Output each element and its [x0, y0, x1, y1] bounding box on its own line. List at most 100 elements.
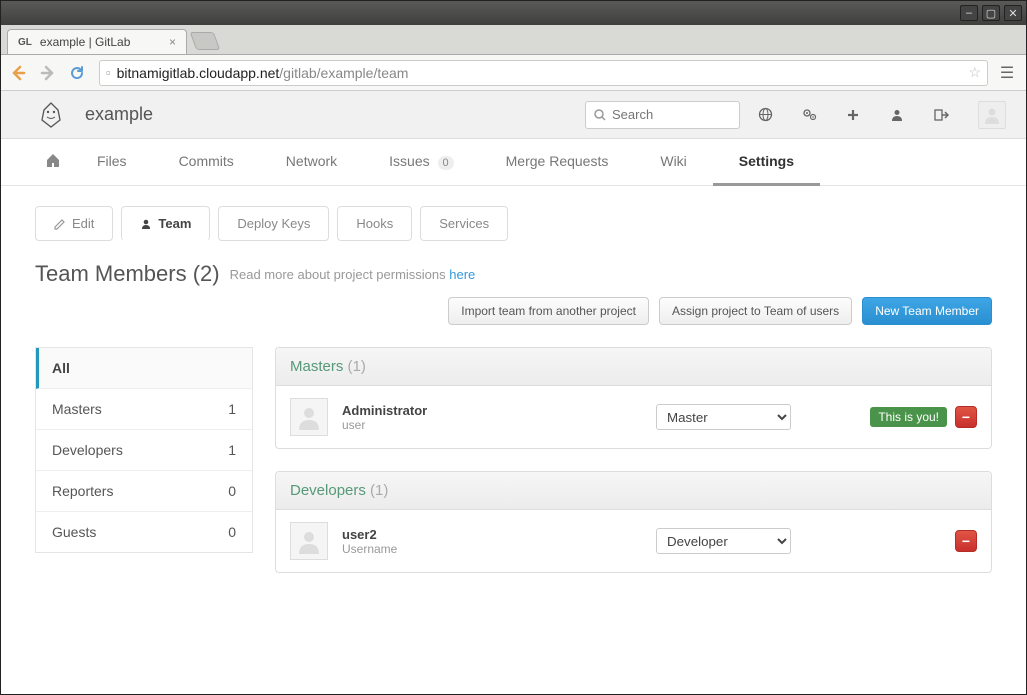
sidebar-item-label: Masters	[52, 401, 102, 417]
sidebar-item-count: 0	[228, 483, 236, 499]
member-name[interactable]: Administrator	[342, 403, 642, 418]
panel-count: (1)	[370, 482, 388, 499]
page-viewport: example	[1, 91, 1026, 694]
window-minimize-button[interactable]: –	[960, 5, 978, 21]
nav-issues-label: Issues	[389, 153, 429, 169]
member-row: user2 Username GuestReporterDeveloperMas…	[276, 510, 991, 572]
panel-title: Developers	[290, 482, 366, 499]
member-username: user	[342, 418, 642, 432]
nav-commits[interactable]: Commits	[153, 139, 260, 185]
reload-button[interactable]	[69, 65, 91, 81]
role-select[interactable]: GuestReporterDeveloperMaster	[656, 404, 791, 430]
logout-icon[interactable]	[934, 108, 960, 122]
issues-count-badge: 0	[438, 156, 454, 170]
page-title-row: Team Members (2) Read more about project…	[35, 261, 992, 325]
this-is-you-badge: This is you!	[870, 407, 947, 427]
sidebar-item-reporters[interactable]: Reporters 0	[36, 471, 252, 512]
new-plus-icon[interactable]	[846, 108, 872, 122]
window-close-button[interactable]: ✕	[1004, 5, 1022, 21]
developers-panel: Developers (1) user2 Username GuestRe	[275, 471, 992, 573]
panel-count: (1)	[348, 358, 366, 375]
browser-menu-button[interactable]: ☰	[996, 63, 1018, 83]
edit-icon	[54, 218, 66, 230]
nav-merge-requests[interactable]: Merge Requests	[480, 139, 635, 185]
gitlab-header: example	[1, 91, 1026, 139]
title-actions: Import team from another project Assign …	[448, 297, 992, 325]
gitlab-logo-icon[interactable]	[35, 99, 67, 131]
tab-close-icon[interactable]: ×	[169, 35, 176, 49]
assign-team-button[interactable]: Assign project to Team of users	[659, 297, 852, 325]
import-team-button[interactable]: Import team from another project	[448, 297, 649, 325]
bookmark-star-icon[interactable]: ☆	[968, 64, 981, 81]
search-icon	[594, 109, 606, 121]
window-maximize-button[interactable]: ▢	[982, 5, 1000, 21]
member-avatar	[290, 522, 328, 560]
sidebar-item-guests[interactable]: Guests 0	[36, 512, 252, 552]
address-bar[interactable]: ▫ bitnamigitlab.cloudapp.net/gitlab/exam…	[99, 60, 988, 86]
member-username: Username	[342, 542, 642, 556]
member-info: Administrator user	[342, 403, 642, 432]
masters-panel: Masters (1) Administrator user GuestR	[275, 347, 992, 449]
project-nav: Files Commits Network Issues 0 Merge Req…	[1, 139, 1026, 186]
role-filter-sidebar: All Masters 1 Developers 1 Reporters 0	[35, 347, 253, 553]
browser-tab[interactable]: GL example | GitLab ×	[7, 29, 187, 54]
panel-heading: Developers (1)	[276, 472, 991, 510]
public-icon[interactable]	[758, 107, 784, 122]
team-layout: All Masters 1 Developers 1 Reporters 0	[35, 347, 992, 595]
new-tab-button[interactable]	[190, 32, 221, 50]
page-icon: ▫	[106, 65, 111, 80]
back-button[interactable]	[9, 64, 31, 82]
hint-prefix: Read more about project permissions	[230, 267, 450, 282]
member-avatar	[290, 398, 328, 436]
profile-icon[interactable]	[890, 108, 916, 122]
panel-title: Masters	[290, 358, 343, 375]
remove-member-button[interactable]: −	[955, 530, 977, 552]
sidebar-item-label: All	[52, 360, 70, 376]
tab-favicon: GL	[18, 37, 32, 48]
sidebar-item-masters[interactable]: Masters 1	[36, 389, 252, 430]
project-title[interactable]: example	[85, 104, 153, 125]
subtab-services[interactable]: Services	[420, 206, 508, 241]
tab-title: example | GitLab	[40, 35, 131, 49]
sidebar-item-label: Guests	[52, 524, 96, 540]
search-box[interactable]	[585, 101, 740, 129]
url-text: bitnamigitlab.cloudapp.net/gitlab/exampl…	[117, 65, 409, 81]
nav-wiki[interactable]: Wiki	[634, 139, 712, 185]
sidebar-item-label: Developers	[52, 442, 123, 458]
url-path: /gitlab/example/team	[279, 65, 408, 81]
search-input[interactable]	[612, 107, 731, 122]
subtab-edit-label: Edit	[72, 216, 94, 231]
nav-settings[interactable]: Settings	[713, 139, 820, 186]
subtab-hooks[interactable]: Hooks	[337, 206, 412, 241]
remove-member-button[interactable]: −	[955, 406, 977, 428]
content-area: Edit Team Deploy Keys Hooks Services Tea…	[1, 186, 1026, 615]
subtab-deploy-keys[interactable]: Deploy Keys	[218, 206, 329, 241]
members-main: Masters (1) Administrator user GuestR	[275, 347, 992, 595]
nav-issues[interactable]: Issues 0	[363, 139, 479, 185]
admin-gears-icon[interactable]	[802, 107, 828, 122]
member-name[interactable]: user2	[342, 527, 642, 542]
nav-files[interactable]: Files	[71, 139, 153, 185]
subtab-team-label: Team	[158, 216, 191, 231]
role-select[interactable]: GuestReporterDeveloperMaster	[656, 528, 791, 554]
sidebar-item-all[interactable]: All	[36, 348, 252, 389]
new-member-button[interactable]: New Team Member	[862, 297, 992, 325]
nav-home[interactable]	[35, 139, 71, 185]
page-heading: Team Members (2)	[35, 261, 220, 287]
subtab-team[interactable]: Team	[121, 206, 210, 241]
sidebar-item-label: Reporters	[52, 483, 113, 499]
sidebar-item-developers[interactable]: Developers 1	[36, 430, 252, 471]
browser-toolbar: ▫ bitnamigitlab.cloudapp.net/gitlab/exam…	[1, 55, 1026, 91]
panel-heading: Masters (1)	[276, 348, 991, 386]
permissions-hint: Read more about project permissions here	[230, 267, 476, 282]
nav-network[interactable]: Network	[260, 139, 363, 185]
url-host: bitnamigitlab.cloudapp.net	[117, 65, 280, 81]
permissions-link[interactable]: here	[449, 267, 475, 282]
subtab-edit[interactable]: Edit	[35, 206, 113, 241]
settings-subtabs: Edit Team Deploy Keys Hooks Services	[35, 206, 992, 241]
user-avatar[interactable]	[978, 101, 1006, 129]
sidebar-item-count: 1	[228, 442, 236, 458]
window-titlebar: – ▢ ✕	[1, 1, 1026, 25]
sidebar-item-count: 1	[228, 401, 236, 417]
forward-button[interactable]	[39, 64, 61, 82]
